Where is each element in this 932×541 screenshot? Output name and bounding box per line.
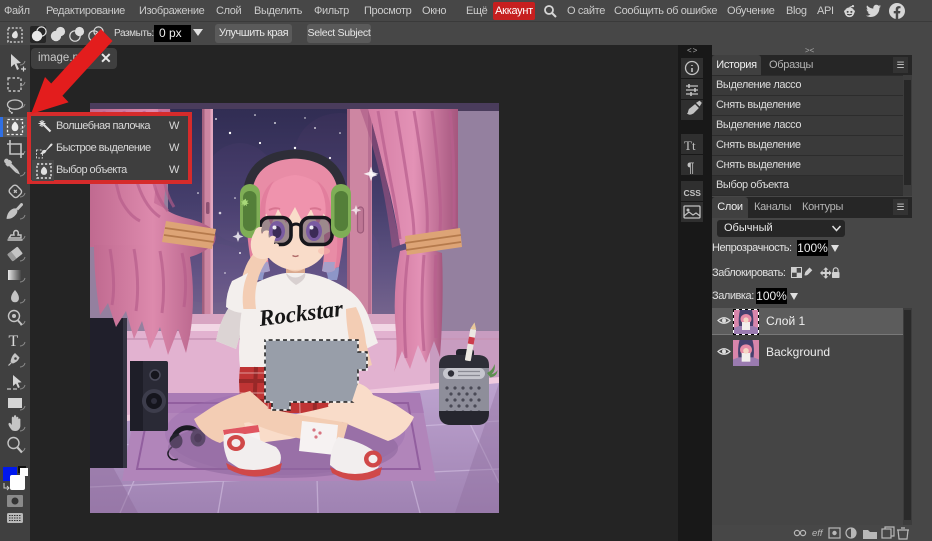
svg-text:eff: eff (812, 528, 824, 539)
svg-text:T: T (9, 333, 19, 350)
svg-text:CSS: CSS (684, 188, 702, 198)
svg-text:Tt: Tt (684, 138, 696, 153)
svg-text:¶: ¶ (687, 159, 695, 175)
